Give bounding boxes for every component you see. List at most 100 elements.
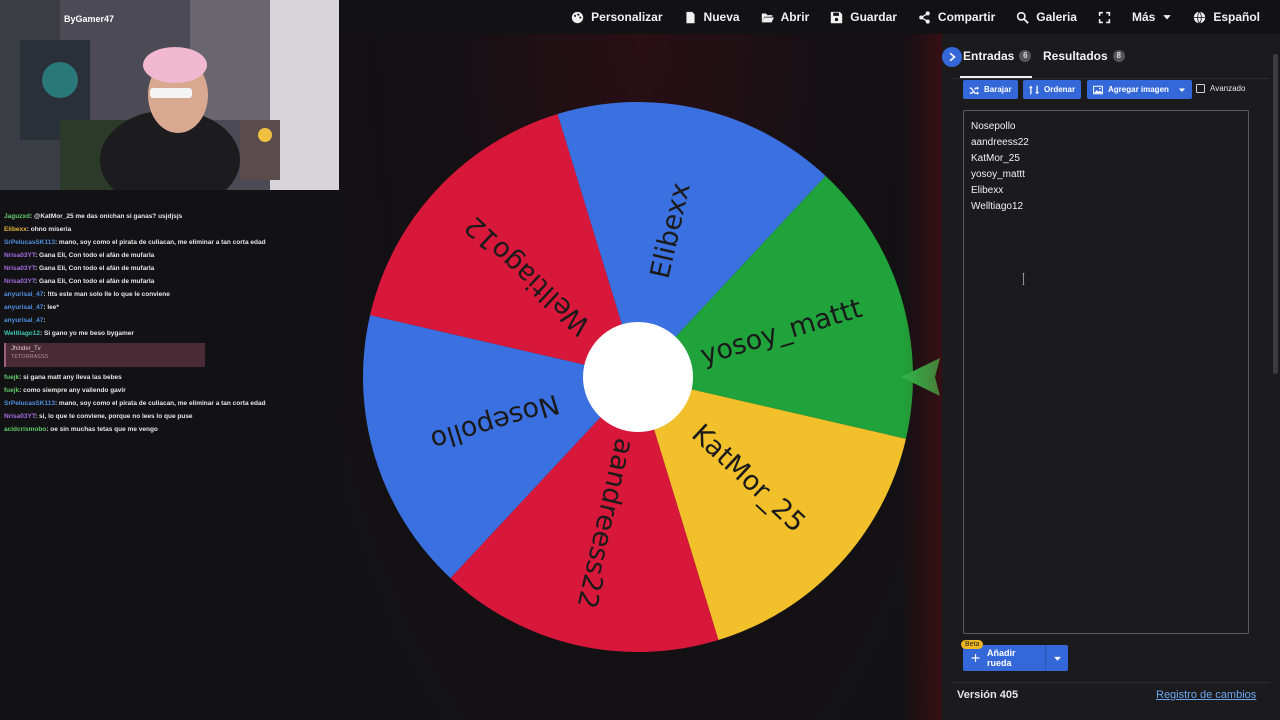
language-label: Español [1213, 10, 1260, 24]
palette-icon [571, 11, 584, 23]
tab-results-label: Resultados [1043, 49, 1108, 63]
customize-label: Personalizar [591, 10, 663, 24]
chat-message: anyurisal_47: lee* [4, 301, 335, 314]
save-icon [831, 11, 843, 23]
shuffle-label: Barajar [984, 85, 1012, 94]
chat-message: SrPelucasSK113: mano, soy como el pirata… [4, 236, 335, 249]
chat-username[interactable]: Jaguzxd [4, 213, 30, 220]
chat-text: : oe sin muchas tetas que me vengo [46, 426, 158, 433]
chat-username[interactable]: Elibexx [4, 226, 27, 233]
chat-username[interactable]: Nrisa03YT [4, 252, 35, 259]
chat-username[interactable]: anyurisal_47 [4, 304, 43, 311]
shuffle-button[interactable]: Barajar [963, 80, 1018, 99]
chat-text: : Si gano yo me beso bygamer [40, 330, 134, 337]
entry-line: KatMor_25 [971, 153, 1020, 164]
chat-message: fuejk: como siempre any valiendo gavir [4, 384, 335, 397]
chat-text: : si gana matt any lleva las bebes [19, 374, 122, 381]
version-label: Versión 405 [957, 689, 1019, 701]
add-wheel-dropdown[interactable] [1046, 645, 1068, 671]
caret-down-icon [1163, 15, 1172, 20]
add-image-label: Agregar imagen [1108, 85, 1169, 94]
save-button[interactable]: Guardar [830, 10, 897, 24]
shuffle-icon [969, 85, 979, 95]
stream-chat: Jaguzxd: @KatMor_25 me das onichan si ga… [0, 190, 339, 720]
wheel-center[interactable] [583, 322, 693, 432]
chat-username[interactable]: anyurisal_47 [4, 317, 43, 324]
chat-text: : @KatMor_25 me das onichan si ganas? us… [30, 213, 183, 220]
more-menu[interactable]: Más [1132, 10, 1172, 24]
language-selector[interactable]: Español [1193, 10, 1260, 24]
panel-tabs: Entradas 6 Resultados 8 [942, 44, 1280, 79]
sort-icon [1029, 85, 1039, 94]
save-label: Guardar [850, 10, 897, 24]
fullscreen-button[interactable] [1098, 11, 1111, 24]
chat-username[interactable]: SrPelucasSK113 [4, 400, 55, 407]
chat-username[interactable]: anyurisal_47 [4, 291, 43, 298]
chat-username[interactable]: SrPelucasSK113 [4, 239, 55, 246]
gallery-button[interactable]: Galeria [1016, 10, 1077, 24]
search-icon [1017, 11, 1030, 24]
chat-username[interactable]: fuejk [4, 387, 19, 394]
chat-message: SrPelucasSK113: mano, soy como el pirata… [4, 397, 335, 410]
chat-username[interactable]: acidcrismobo [4, 426, 46, 433]
redeem-text: TETORRASSS [11, 354, 49, 360]
chat-username[interactable]: Welltiago12 [4, 330, 40, 337]
chat-text: : mano, soy como el pirata de culiacan, … [54, 239, 266, 246]
more-label: Más [1131, 10, 1156, 24]
tab-entries[interactable]: Entradas 6 [963, 49, 1032, 63]
webcam-image [0, 0, 339, 190]
folder-open-icon [761, 12, 774, 22]
beta-badge: Beta [961, 640, 984, 649]
share-button[interactable]: Compartir [918, 10, 995, 24]
wheel-svg: yosoy_matttKatMor_25aandreess22Nosepollo… [363, 101, 940, 652]
entries-textarea[interactable]: Nosepollo aandreess22 KatMor_25 yosoy_mattt… [963, 110, 1249, 634]
chat-text: : [43, 317, 46, 324]
add-image-button[interactable]: Agregar imagen [1087, 80, 1192, 99]
results-count-badge: 8 [1112, 50, 1125, 62]
wheel-area: yosoy_mattt KatMor_25 aandreess22 Nosepollo… [339, 34, 942, 720]
chat-text: : como siempre any valiendo gavir [19, 387, 126, 394]
new-button[interactable]: Nueva [684, 10, 740, 24]
open-button[interactable]: Abrir [761, 10, 810, 24]
caret-down-icon [1053, 656, 1061, 661]
fullscreen-icon [1098, 11, 1111, 23]
gallery-label: Galeria [1036, 10, 1077, 24]
caret-down-icon [1178, 88, 1185, 92]
chat-message: Elibexx: ohno miseria [4, 223, 335, 236]
customize-button[interactable]: Personalizar [571, 10, 663, 24]
share-icon [919, 10, 930, 24]
chat-message: Nrisa03YT: Gana Eli, Con todo el afán de… [4, 262, 335, 275]
chat-redeem: Jhinder_Tv TETORRASSS [4, 343, 205, 367]
entry-line: aandreess22 [971, 137, 1029, 148]
changelog-link[interactable]: Registro de cambios [1156, 689, 1256, 701]
sort-button[interactable]: Ordenar [1023, 80, 1082, 99]
tab-results[interactable]: Resultados 8 [1043, 49, 1125, 63]
chat-username[interactable]: Nrisa03YT [4, 278, 35, 285]
tab-divider [952, 78, 1270, 79]
chat-username[interactable]: Nrisa03YT [4, 413, 35, 420]
entries-list: Nosepollo aandreess22 KatMor_25 yosoy_mattt… [971, 119, 1241, 215]
webcam-overlay-name: ByGamer47 [64, 14, 115, 24]
chat-text: : lee* [43, 304, 59, 311]
plus-icon [971, 654, 980, 662]
collapse-panel-button[interactable] [942, 47, 962, 67]
advanced-toggle[interactable]: Avanzado [1196, 84, 1245, 93]
sort-label: Ordenar [1044, 85, 1076, 94]
panel-scrollbar[interactable] [1273, 54, 1278, 374]
chat-message: anyurisal_47: !tts este man solo lle lo … [4, 288, 335, 301]
chat-username[interactable]: fuejk [4, 374, 19, 381]
image-icon [1093, 85, 1103, 94]
share-label: Compartir [937, 10, 996, 24]
redeem-user: Jhinder_Tv [11, 346, 41, 352]
open-label: Abrir [780, 10, 810, 24]
chevron-right-icon [949, 52, 956, 62]
webcam-feed: ByGamer47 [0, 0, 339, 190]
advanced-label: Avanzado [1210, 84, 1246, 93]
chat-username[interactable]: Nrisa03YT [4, 265, 35, 272]
entries-panel: Entradas 6 Resultados 8 Barajar Ordenar … [942, 34, 1280, 720]
chat-text: : !tts este man solo lle lo que le convi… [43, 291, 170, 298]
chat-text: : si, lo que te conviene, porque no lees… [35, 413, 193, 420]
chat-message: Welltiago12: Si gano yo me beso bygamer [4, 327, 335, 340]
advanced-checkbox[interactable] [1196, 84, 1205, 93]
chat-message: Nrisa03YT: Gana Eli, Con todo el afán de… [4, 249, 335, 262]
